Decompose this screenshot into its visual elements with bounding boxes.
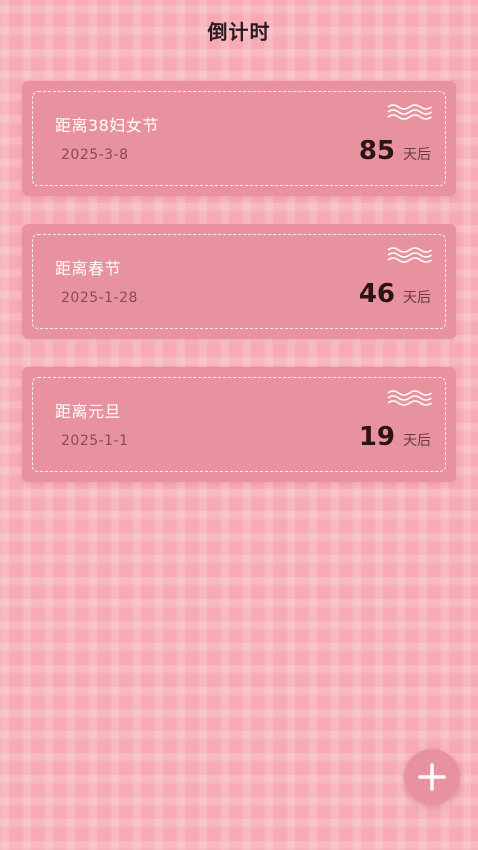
countdown-card[interactable]: 距离38妇女节 2025-3-8 85 天后 [22,81,456,196]
countdown-name: 距离元旦 [55,402,122,421]
days-number: 85 [358,136,395,166]
countdown-days: 85 天后 [359,136,431,166]
countdown-name: 距离38妇女节 [55,116,159,135]
countdown-days: 19 天后 [359,422,431,452]
wave-decoration-icon [387,390,432,406]
days-unit: 天后 [403,147,431,163]
card-dashed-border: 距离元旦 2025-1-1 19 天后 [32,377,446,472]
wave-decoration-icon [387,247,432,263]
wave-decoration-icon [387,104,432,120]
plus-icon [418,763,446,791]
countdown-card[interactable]: 距离元旦 2025-1-1 19 天后 [22,367,456,482]
countdown-date: 2025-3-8 [61,147,129,163]
countdown-date: 2025-1-28 [61,290,138,306]
countdown-date: 2025-1-1 [61,433,129,449]
page-title: 倒计时 [207,20,271,44]
days-unit: 天后 [403,290,431,306]
days-number: 19 [358,422,395,452]
days-unit: 天后 [403,433,431,449]
countdown-card[interactable]: 距离春节 2025-1-28 46 天后 [22,224,456,339]
days-number: 46 [358,279,395,309]
countdown-name: 距离春节 [55,259,122,278]
countdown-days: 46 天后 [359,279,431,309]
add-countdown-button[interactable] [404,749,460,805]
card-dashed-border: 距离春节 2025-1-28 46 天后 [32,234,446,329]
card-dashed-border: 距离38妇女节 2025-3-8 85 天后 [32,91,446,186]
